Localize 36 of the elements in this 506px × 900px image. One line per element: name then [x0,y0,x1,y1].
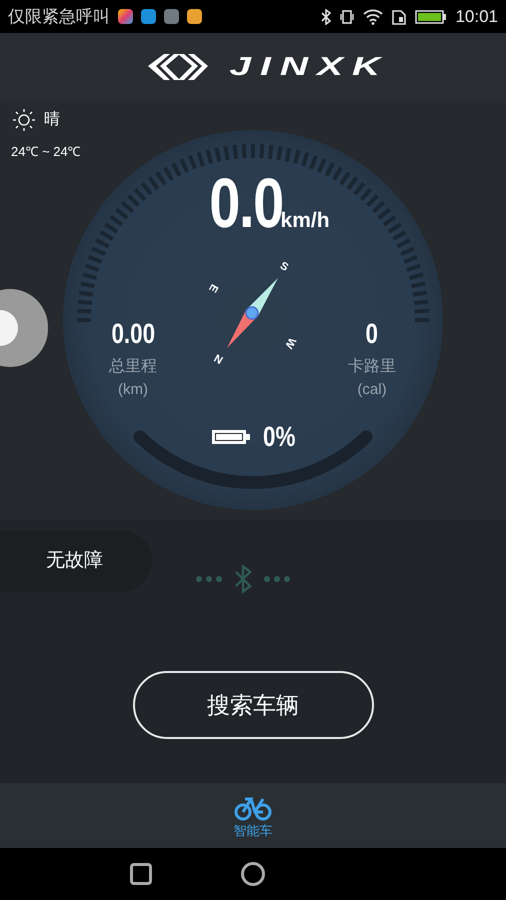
vibrate-icon [339,8,356,24]
compass-label: S [278,260,290,274]
temperature-range: 24℃ ~ 24℃ [11,143,81,161]
search-vehicle-button[interactable]: 搜索车辆 [132,671,374,739]
carrier-text: 仅限紧急呼叫 [8,6,110,28]
mileage-value: 0.00 [111,317,155,351]
speed-value: 0.0 [210,168,284,238]
mileage-unit: (km) [118,380,148,400]
battery-percent: 0% [263,420,296,454]
clock-text: 10:01 [455,6,498,28]
tab-item[interactable]: 智能车 [233,790,273,840]
calories-unit: (cal) [357,380,387,400]
logo-text: JINXK [229,50,389,83]
wifi-icon [363,8,384,24]
compass-needle [227,278,278,348]
compass-label: N [212,352,224,368]
calories-value: 0 [366,317,378,351]
image-notification-icon [164,9,179,24]
home-button[interactable] [241,862,265,886]
sim-card-icon [391,8,408,24]
compass-label: E [206,282,220,294]
battery-icon [211,429,251,445]
fault-status-pill: 无故障 [0,530,152,592]
bluetooth-icon [321,8,332,24]
recent-apps-button[interactable] [130,863,152,885]
mileage-label: 总里程 [109,357,157,377]
app-notification-icon [118,9,133,24]
sun-icon [12,108,36,132]
weather-condition: 晴 [44,110,60,130]
battery-charging-icon [415,8,448,24]
calories-label: 卡路里 [348,356,396,377]
app-notification-icon [141,9,156,24]
app-notification-icon [187,9,202,24]
speed-unit: km/h [280,208,330,234]
compass-label: W [282,336,298,351]
bluetooth-connection-icon [196,564,290,594]
